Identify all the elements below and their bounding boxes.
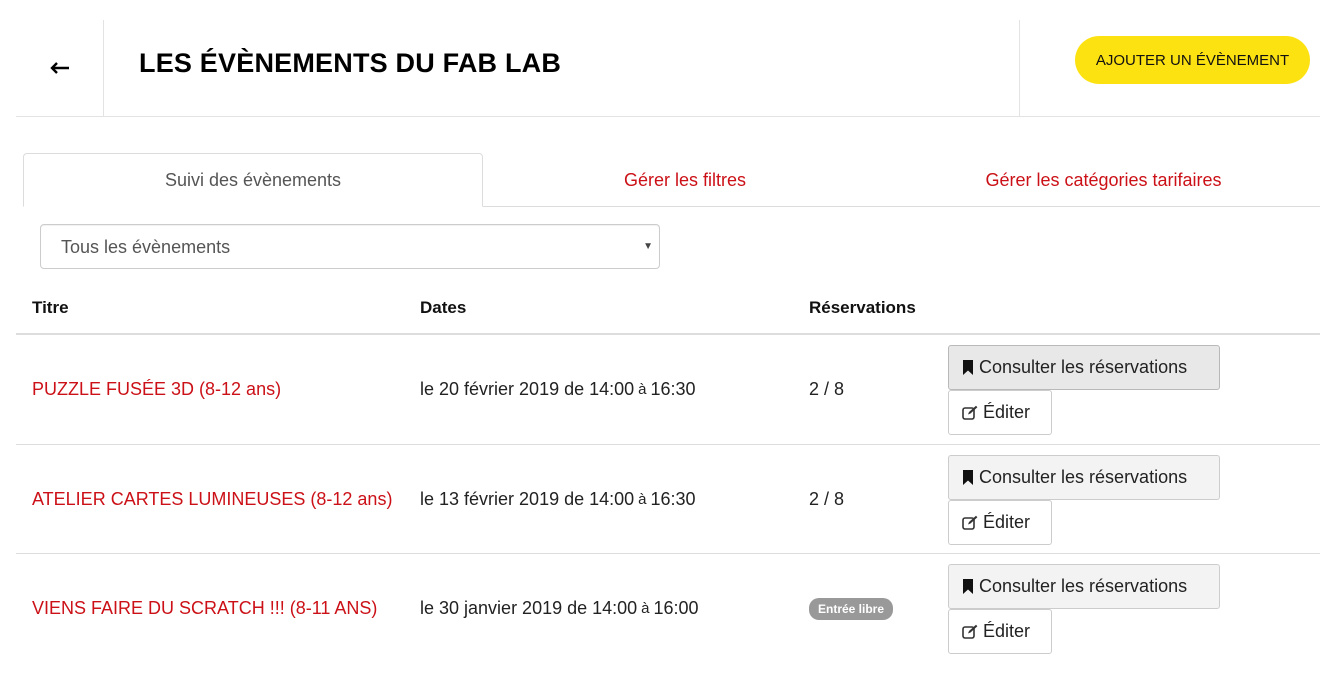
tab-bar: Suivi des évènements Gérer les filtres G… [23,153,1320,207]
edit-icon [962,515,978,530]
event-title-link[interactable]: PUZZLE FUSÉE 3D (8-12 ans) [32,335,281,444]
reservations-status: Entrée libre [809,554,894,663]
page-title: LES ÉVÈNEMENTS DU FAB LAB [139,48,562,78]
edit-icon [962,405,978,420]
event-title-link[interactable]: ATELIER CARTES LUMINEUSES (8-12 ans) [32,445,392,554]
column-header-title: Titre [32,298,69,317]
back-button[interactable] [16,20,104,116]
tab-manage-price-categories[interactable]: Gérer les catégories tarifaires [887,153,1320,207]
reservations-count: 2 / 8 [809,379,845,399]
event-date-end: 16:30 [650,489,696,509]
tab-manage-filters[interactable]: Gérer les filtres [483,153,887,207]
view-reservations-label: Consulter les réservations [979,467,1188,487]
tab-event-tracking[interactable]: Suivi des évènements [23,153,483,207]
edit-event-label: Éditer [983,621,1031,641]
event-date-end: 16:00 [653,598,699,618]
event-date-start: le 13 février 2019 de 14:00 [420,489,635,509]
view-reservations-button[interactable]: Consulter les réservations [948,455,1220,500]
reservations-count: 2 / 8 [809,489,845,509]
bookmark-icon [963,360,973,375]
edit-event-button[interactable]: Éditer [948,500,1052,545]
view-reservations-button[interactable]: Consulter les réservations [948,564,1220,609]
free-entry-badge: Entrée libre [809,597,894,620]
event-date: le 13 février 2019 de 14:00 à 16:30 [420,445,696,554]
edit-icon [962,624,978,639]
add-event-button[interactable]: AJOUTER UN ÉVÈNEMENT [1075,36,1310,84]
table-row: ATELIER CARTES LUMINEUSES (8-12 ans) le … [16,445,1320,554]
edit-event-label: Éditer [983,402,1031,422]
column-header-dates: Dates [420,298,467,317]
event-date-separator: à [638,491,647,508]
edit-event-button[interactable]: Éditer [948,390,1052,435]
event-date-separator: à [638,381,647,398]
event-date-start: le 30 janvier 2019 de 14:00 [420,598,638,618]
column-header-reservations: Réservations [809,298,916,317]
table-row: VIENS FAIRE DU SCRATCH !!! (8-11 ANS) le… [16,554,1320,663]
view-reservations-button[interactable]: Consulter les réservations [948,345,1220,390]
page-header: LES ÉVÈNEMENTS DU FAB LAB AJOUTER UN ÉVÈ… [16,20,1320,117]
event-date-separator: à [641,600,650,617]
table-row: PUZZLE FUSÉE 3D (8-12 ans) le 20 février… [16,335,1320,444]
caret-down-icon: ▼ [643,241,653,252]
edit-event-label: Éditer [983,512,1031,532]
edit-event-button[interactable]: Éditer [948,609,1052,654]
view-reservations-label: Consulter les réservations [979,357,1188,377]
header-divider [1019,20,1020,116]
bookmark-icon [963,470,973,485]
arrow-left-icon [49,62,69,74]
event-date: le 20 février 2019 de 14:00 à 16:30 [420,335,696,444]
event-title-link[interactable]: VIENS FAIRE DU SCRATCH !!! (8-11 ANS) [32,554,377,663]
event-filter-select[interactable]: Tous les évènements ▼ [40,224,660,269]
event-date-end: 16:30 [650,379,696,399]
event-filter-value: Tous les évènements [61,237,231,257]
event-date: le 30 janvier 2019 de 14:00 à 16:00 [420,554,699,663]
view-reservations-label: Consulter les réservations [979,576,1188,596]
bookmark-icon [963,579,973,594]
event-date-start: le 20 février 2019 de 14:00 [420,379,635,399]
